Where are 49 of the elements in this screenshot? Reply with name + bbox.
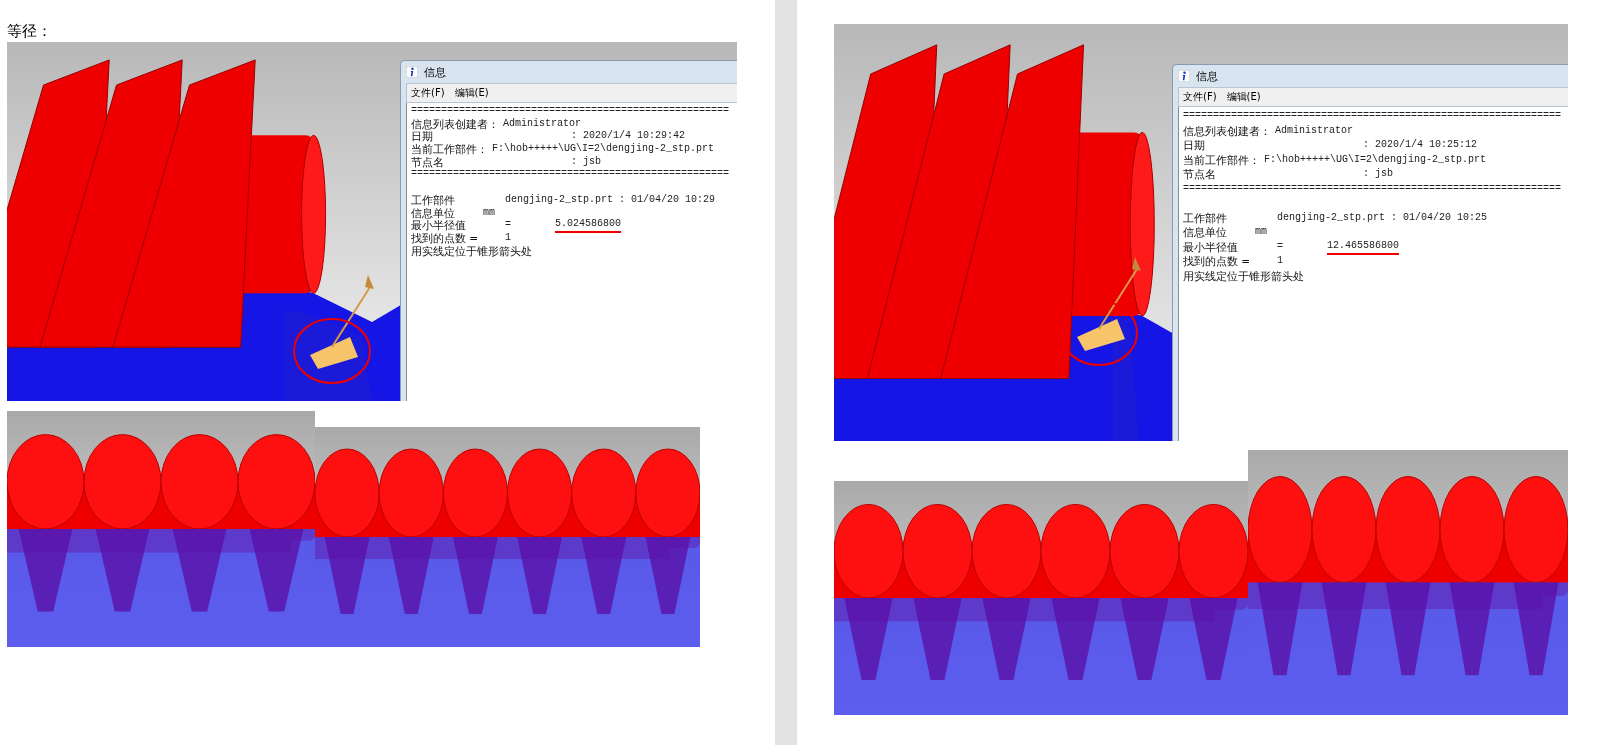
equals-sign: = — [1277, 239, 1284, 254]
info-label: 信息列表创建者： — [411, 117, 499, 131]
info-label: 工作部件 — [1183, 210, 1228, 225]
info-label: 日期 — [1183, 138, 1206, 153]
info-label: 日期 — [411, 130, 434, 144]
info-value: : jsb — [571, 155, 601, 169]
section-heading: 等径： — [7, 21, 53, 42]
separator-text: =============================================================== — [1183, 109, 1562, 123]
info-value: Administrator — [503, 117, 581, 131]
info-text: 用实线定位于锥形箭头处 — [1183, 268, 1304, 283]
info-label: 工作部件 — [411, 193, 456, 207]
info-value: Administrator — [1275, 123, 1353, 138]
menu-item[interactable]: 文件(F) — [411, 86, 445, 100]
separator-text: ===================================================== — [411, 168, 730, 182]
menu-item[interactable]: 编辑(E) — [454, 86, 489, 100]
info-label: 找到的点数 = — [1183, 254, 1252, 269]
separator-text: =============================================================== — [1183, 181, 1562, 196]
menu-item[interactable]: 编辑(E) — [1226, 90, 1261, 104]
info-value: mm — [1255, 225, 1267, 239]
window-title: 信息 — [1196, 68, 1218, 84]
info-value: 1 — [1277, 254, 1283, 268]
info-value: F:\hob+++++\UG\I=2\dengjing-2_stp.prt — [492, 143, 715, 156]
info-value: 12.465586800 — [1327, 238, 1399, 255]
info-value: 5.024586800 — [555, 218, 621, 233]
info-label: 当前工作部件： — [1183, 152, 1260, 167]
menu-item[interactable]: 文件(F) — [1183, 90, 1217, 104]
info-value: : 2020/1/4 10:25:12 — [1363, 138, 1478, 152]
info-value: dengjing-2_stp.prt : 01/04/20 10:25 — [1277, 210, 1488, 225]
separator-text: ===================================================== — [411, 105, 730, 118]
info-value: mm — [483, 206, 495, 220]
info-value: : 2020/1/4 10:29:42 — [571, 130, 686, 143]
info-label: 找到的点数 = — [411, 231, 480, 245]
info-label: 当前工作部件： — [411, 143, 488, 156]
info-icon — [406, 66, 418, 78]
info-value: F:\hob+++++\UG\I=2\dengjing-2_stp.prt — [1264, 152, 1487, 167]
window-title: 信息 — [424, 64, 446, 80]
info-text: 用实线定位于锥形箭头处 — [411, 244, 532, 258]
info-icon — [1178, 70, 1190, 82]
info-label: 最小半径值 — [411, 219, 467, 232]
info-value: dengjing-2_stp.prt : 01/04/20 10:29 — [505, 193, 716, 207]
info-label: 信息单位 — [1183, 225, 1228, 240]
info-label: 最小半径值 — [1183, 239, 1239, 254]
info-label: 信息列表创建者： — [1183, 123, 1271, 138]
info-label: 节点名 — [411, 155, 445, 169]
info-label: 信息单位 — [411, 206, 456, 220]
info-label: 节点名 — [1183, 167, 1217, 182]
info-value: 1 — [505, 231, 511, 245]
info-value: : jsb — [1363, 167, 1393, 181]
equals-sign: = — [505, 219, 512, 232]
